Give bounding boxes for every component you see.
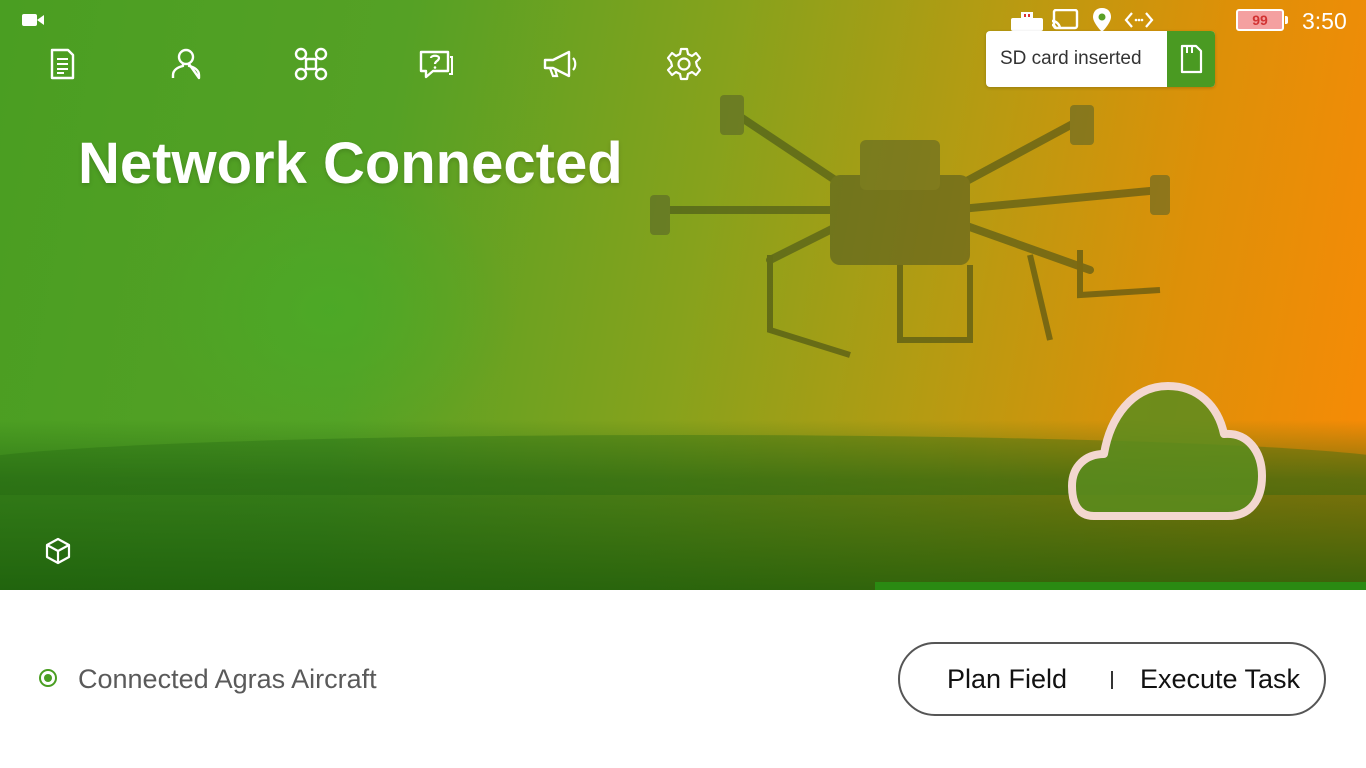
sd-card-icon [1167, 31, 1215, 87]
sd-card-text: SD card inserted [1000, 48, 1142, 69]
network-status-title: Network Connected [78, 131, 623, 196]
clock: 3:50 [1302, 8, 1347, 34]
document-icon[interactable] [42, 44, 82, 84]
progress-strip [875, 582, 1366, 590]
plan-field-button[interactable]: Plan Field [912, 644, 1102, 714]
hero-glow [140, 160, 520, 460]
user-icon[interactable] [166, 44, 206, 84]
sd-card-notification: SD card inserted [986, 31, 1215, 87]
cloud-icon[interactable] [1064, 378, 1270, 528]
video-camera-icon [22, 12, 44, 33]
action-pill: Plan Field Execute Task [898, 642, 1326, 716]
megaphone-icon[interactable] [540, 44, 580, 84]
connection-status-icon [39, 669, 57, 687]
execute-task-button[interactable]: Execute Task [1120, 644, 1320, 714]
bottom-bar: Connected Agras Aircraft Plan Field Exec… [0, 590, 1366, 768]
connection-label: Connected Agras Aircraft [78, 664, 377, 694]
cube-icon[interactable] [42, 535, 74, 567]
divider [1111, 671, 1113, 689]
help-chat-icon[interactable] [416, 44, 456, 84]
aircraft-icon[interactable] [291, 44, 331, 84]
drone-image [650, 95, 1170, 358]
battery-icon: 99 [1236, 9, 1288, 31]
settings-gear-icon[interactable] [664, 44, 704, 84]
